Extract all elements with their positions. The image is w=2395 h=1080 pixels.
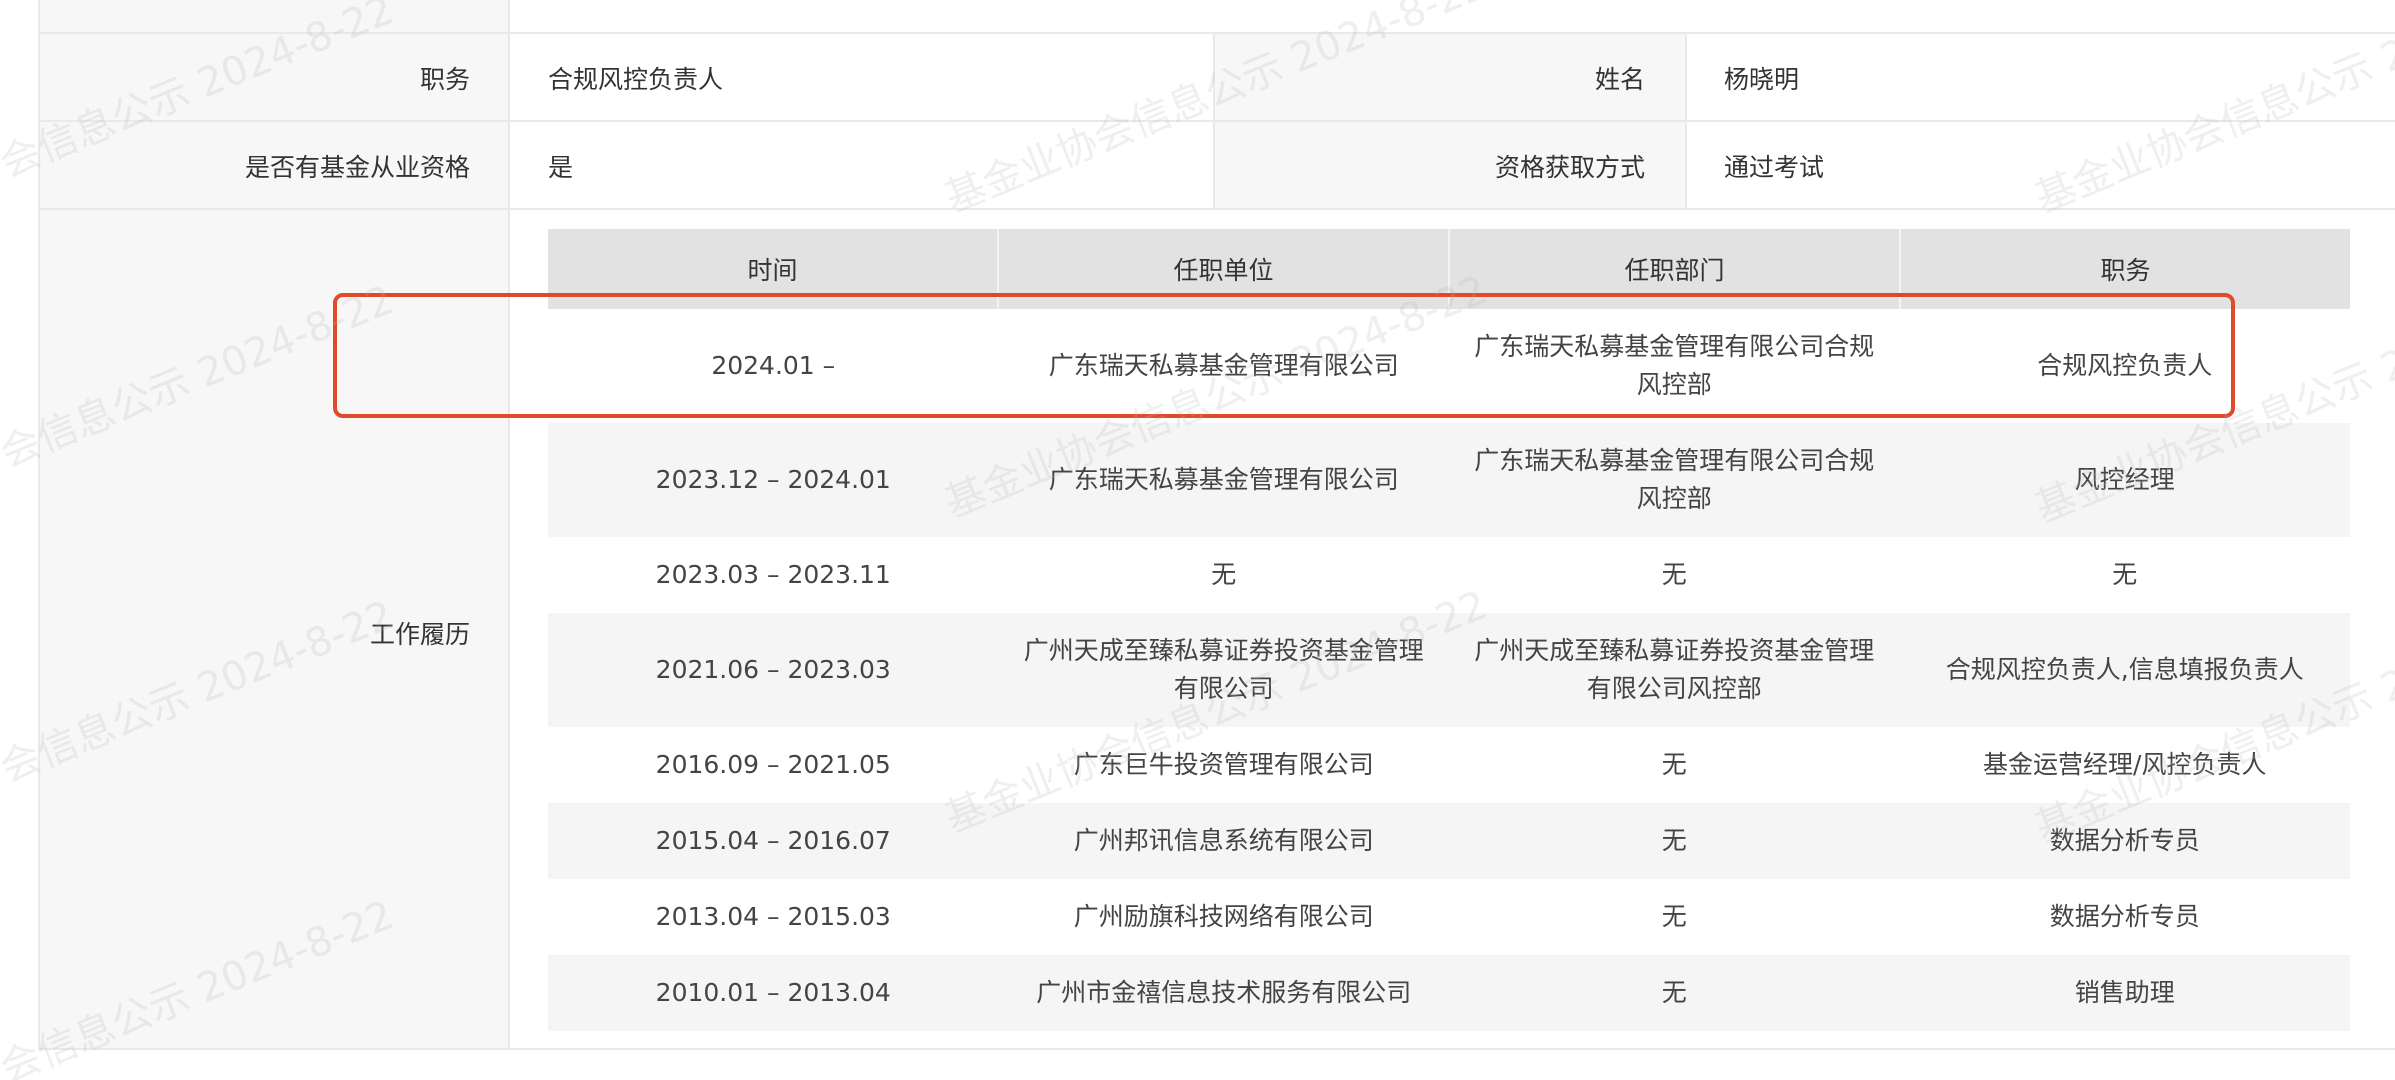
qualification-method-value: 通过考试 [1724, 153, 1825, 182]
qualification-label: 是否有基金从业资格 [244, 153, 470, 182]
row-divider [38, 120, 2395, 122]
table-row: 2023.12 – 2024.01 广东瑞天私募基金管理有限公司 广东瑞天私募基… [548, 423, 2350, 537]
header-company: 任职单位 [999, 229, 1450, 309]
cell-title: 风控经理 [2074, 465, 2175, 494]
cell-title: 无 [2112, 560, 2138, 589]
column-divider [1213, 32, 1215, 208]
cell-department: 无 [1661, 826, 1687, 855]
cell-company: 广东巨牛投资管理有限公司 [1073, 750, 1374, 779]
work-history-label: 工作履历 [369, 620, 470, 649]
qualification-value: 是 [548, 153, 574, 182]
position-label: 职务 [419, 65, 470, 94]
page-root: 职务 合规风控负责人 姓名 杨晓明 是否有基金从业资格 是 资格获取方式 通过考… [0, 0, 2395, 1080]
table-row: 2010.01 – 2013.04 广州市金禧信息技术服务有限公司 无 销售助理 [548, 955, 2350, 1031]
cell-title: 数据分析专员 [2049, 826, 2200, 855]
cell-department: 广东瑞天私募基金管理有限公司合规风控部 [1474, 332, 1875, 399]
column-divider [1685, 32, 1687, 208]
cell-company: 广州励旗科技网络有限公司 [1073, 902, 1374, 931]
cell-company: 广东瑞天私募基金管理有限公司 [1048, 351, 1399, 380]
cell-title: 数据分析专员 [2049, 902, 2200, 931]
cell-time: 2021.06 – 2023.03 [655, 655, 891, 684]
cell-time: 2010.01 – 2013.04 [655, 978, 891, 1007]
cell-department: 无 [1661, 750, 1687, 779]
row-divider [38, 208, 2395, 210]
cell-company: 广州市金禧信息技术服务有限公司 [1036, 978, 1412, 1007]
cell-time: 2015.04 – 2016.07 [655, 826, 891, 855]
cell-time: 2023.12 – 2024.01 [655, 465, 891, 494]
name-label: 姓名 [1594, 65, 1645, 94]
name-value: 杨晓明 [1724, 65, 1800, 94]
qualification-method-label: 资格获取方式 [1494, 153, 1645, 182]
table-row: 2023.03 – 2023.11 无 无 无 [548, 537, 2350, 613]
column-divider [508, 0, 510, 1050]
work-history-table: 时间 任职单位 任职部门 职务 2024.01 – 广东瑞天私募基金管理有限公司… [548, 229, 2350, 1031]
cell-company: 广州天成至臻私募证券投资基金管理有限公司 [1023, 636, 1424, 703]
cell-time: 2023.03 – 2023.11 [655, 560, 891, 589]
header-title: 职务 [2100, 256, 2151, 285]
header-time: 时间 [548, 229, 999, 309]
cell-title: 销售助理 [2074, 978, 2175, 1007]
table-row: 2013.04 – 2015.03 广州励旗科技网络有限公司 无 数据分析专员 [548, 879, 2350, 955]
cell-time: 2024.01 – [711, 351, 836, 380]
cell-time: 2016.09 – 2021.05 [655, 750, 891, 779]
cell-company: 无 [1211, 560, 1237, 589]
table-row: 2021.06 – 2023.03 广州天成至臻私募证券投资基金管理有限公司 广… [548, 613, 2350, 727]
cell-company: 广州邦讯信息系统有限公司 [1073, 826, 1374, 855]
header-department: 任职部门 [1450, 229, 1901, 309]
cell-department: 无 [1661, 560, 1687, 589]
table-row: 2016.09 – 2021.05 广东巨牛投资管理有限公司 无 基金运营经理/… [548, 727, 2350, 803]
row-divider [38, 32, 2395, 34]
cell-department: 无 [1661, 978, 1687, 1007]
cell-department: 广州天成至臻私募证券投资基金管理有限公司风控部 [1474, 636, 1875, 703]
cell-department: 广东瑞天私募基金管理有限公司合规风控部 [1474, 446, 1875, 513]
cell-department: 无 [1661, 902, 1687, 931]
cell-title: 合规风控负责人,信息填报负责人 [1945, 655, 2304, 684]
cell-title: 基金运营经理/风控负责人 [1983, 750, 2267, 779]
cell-time: 2013.04 – 2015.03 [655, 902, 891, 931]
cell-company: 广东瑞天私募基金管理有限公司 [1048, 465, 1399, 494]
table-row: 2015.04 – 2016.07 广州邦讯信息系统有限公司 无 数据分析专员 [548, 803, 2350, 879]
table-row: 2024.01 – 广东瑞天私募基金管理有限公司 广东瑞天私募基金管理有限公司合… [548, 309, 2350, 423]
work-history-header: 时间 任职单位 任职部门 职务 [548, 229, 2350, 309]
position-value: 合规风控负责人 [548, 65, 724, 94]
cell-title: 合规风控负责人 [2037, 351, 2213, 380]
